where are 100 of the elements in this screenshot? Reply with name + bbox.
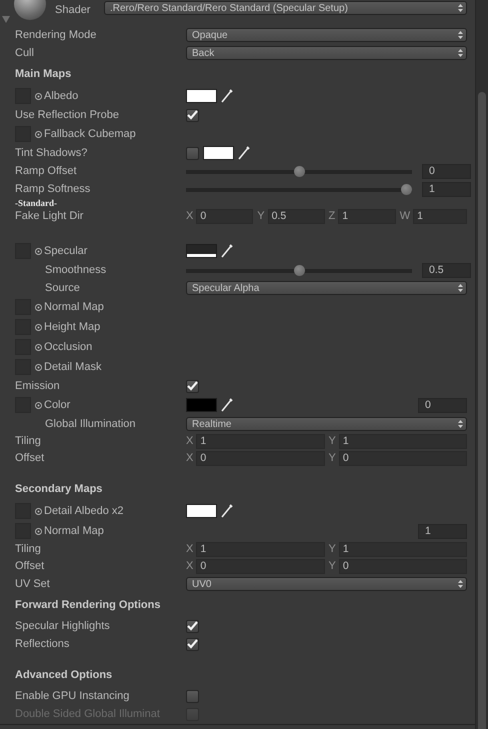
property-label: Detail Albedo x2 (44, 504, 124, 519)
axis-label: Y (328, 451, 336, 466)
axis-label: X (186, 451, 194, 466)
color-swatch[interactable] (203, 146, 234, 160)
number-field[interactable]: 0 (418, 398, 467, 412)
number-field[interactable]: 1 (196, 434, 324, 449)
color-swatch[interactable] (186, 398, 217, 412)
axis-label: X (186, 559, 194, 574)
property-label: Cull (14, 46, 35, 61)
checkbox[interactable] (186, 380, 199, 392)
checkmark-icon (187, 110, 198, 120)
axis-label: Y (328, 542, 336, 558)
checkbox[interactable] (186, 108, 199, 122)
property-label: Ramp Softness (14, 182, 92, 197)
dropdown[interactable]: Back (186, 46, 467, 60)
dropdown[interactable]: Specular Alpha (186, 281, 467, 295)
property-label: Use Reflection Probe (14, 108, 120, 123)
dropdown[interactable]: Opaque (186, 28, 467, 42)
section-heading: Forward Rendering Options (14, 598, 160, 613)
scrollbar-thumb[interactable] (478, 92, 486, 729)
updown-arrows-icon (458, 49, 463, 57)
number-field[interactable]: 0.5 (268, 209, 324, 224)
section-heading: Advanced Options (14, 668, 112, 683)
checkmark-icon (187, 639, 198, 649)
target-icon[interactable] (35, 324, 42, 330)
scrollbar[interactable] (475, 0, 488, 729)
axis-label: X (186, 434, 194, 450)
checkmark-icon (187, 381, 198, 391)
property-label: Emission (14, 378, 61, 394)
checkbox[interactable] (186, 690, 199, 702)
color-swatch[interactable] (186, 89, 217, 103)
target-icon[interactable] (35, 508, 42, 514)
property-label: Ramp Offset (14, 164, 78, 179)
checkbox[interactable] (186, 638, 199, 650)
eyedropper-icon[interactable] (221, 398, 233, 412)
number-field[interactable]: 1 (413, 209, 467, 224)
number-field[interactable]: 1 (418, 524, 467, 538)
property-label: UV Set (14, 576, 51, 592)
target-icon[interactable] (35, 344, 42, 350)
color-swatch[interactable] (186, 504, 217, 518)
number-field[interactable]: 1 (338, 209, 396, 224)
property-label: Tiling (14, 434, 42, 450)
section-note: -Standard- (14, 198, 58, 208)
slider-thumb[interactable] (401, 184, 412, 194)
number-field[interactable]: 0 (338, 451, 467, 466)
checkmark-icon (187, 621, 198, 631)
number-field[interactable]: 0 (422, 164, 471, 178)
property-label: Global Illumination (44, 416, 136, 432)
eyedropper-icon[interactable] (238, 146, 250, 160)
number-field[interactable]: 0.5 (422, 262, 471, 278)
section-heading: Secondary Maps (14, 482, 102, 497)
property-label: Smoothness (44, 262, 108, 278)
property-label: Reflections (14, 636, 70, 652)
target-icon[interactable] (35, 130, 42, 138)
dropdown[interactable]: UV0 (186, 577, 467, 591)
axis-label: Z (328, 209, 336, 224)
target-icon[interactable] (35, 402, 42, 408)
number-field[interactable]: 0 (196, 209, 254, 224)
property-label: Tiling (14, 542, 42, 558)
property-label: Color (44, 398, 70, 413)
property-label: Fallback Cubemap (44, 126, 136, 142)
eyedropper-icon[interactable] (221, 89, 233, 103)
property-label: Rendering Mode (14, 28, 98, 43)
property-label: Source (44, 280, 81, 296)
property-label: Albedo (44, 88, 78, 104)
property-label: Specular Highlights (14, 618, 111, 634)
property-label: Enable GPU Instancing (14, 688, 130, 704)
number-field[interactable]: 0 (196, 559, 324, 574)
slider-thumb[interactable] (294, 264, 304, 276)
property-label: Offset (14, 451, 46, 466)
target-icon[interactable] (35, 248, 42, 254)
property-label: Specular (44, 244, 88, 259)
checkbox[interactable] (186, 146, 199, 160)
axis-label: Y (328, 559, 336, 574)
number-field[interactable]: 0 (338, 559, 467, 574)
axis-label: Y (257, 209, 265, 224)
target-icon[interactable] (35, 364, 42, 370)
property-label: Occlusion (44, 340, 92, 355)
number-field[interactable]: 1 (196, 542, 324, 557)
section-heading: Main Maps (14, 66, 72, 82)
checkbox[interactable] (186, 620, 199, 632)
dropdown[interactable]: Realtime (186, 417, 467, 431)
shader-label: Shader (55, 3, 90, 18)
eyedropper-icon[interactable] (221, 244, 233, 258)
number-field[interactable]: 1 (422, 182, 471, 196)
shader-dropdown[interactable]: .Rero/Rero Standard/Rero Standard (Specular Setup) (104, 1, 467, 15)
target-icon[interactable] (35, 92, 42, 100)
property-label: Fake Light Dir (14, 209, 84, 224)
property-label: Tint Shadows? (14, 146, 88, 161)
axis-label: X (186, 209, 194, 224)
target-icon[interactable] (35, 304, 42, 310)
target-icon[interactable] (35, 528, 42, 534)
slider-thumb[interactable] (294, 166, 304, 176)
number-field[interactable]: 1 (338, 542, 467, 557)
updown-arrows-icon (458, 420, 463, 428)
axis-label: W (400, 209, 410, 224)
number-field[interactable]: 1 (338, 434, 467, 449)
eyedropper-icon[interactable] (221, 504, 233, 518)
color-swatch[interactable] (186, 244, 217, 258)
number-field[interactable]: 0 (196, 451, 324, 466)
